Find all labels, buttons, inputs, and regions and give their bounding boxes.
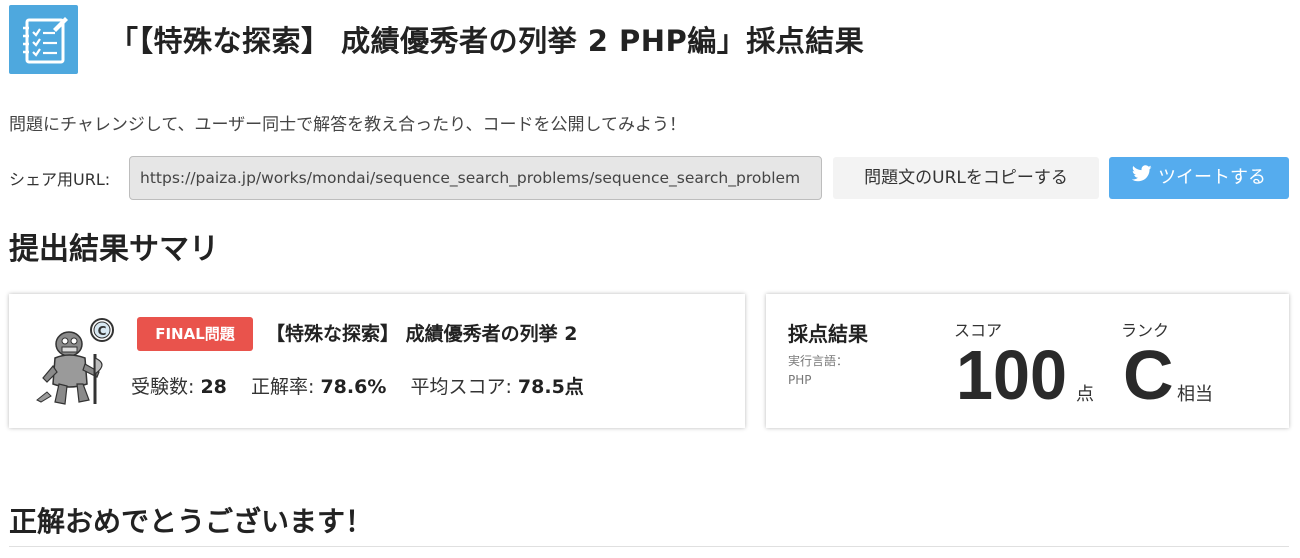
checklist-notebook-icon (9, 5, 78, 74)
final-problem-badge: FINAL問題 (137, 317, 253, 351)
summary-title: 提出結果サマリ (9, 232, 219, 267)
accuracy-label: 正解率: (251, 376, 315, 398)
problem-stats: 受験数: 28 正解率: 78.6% 平均スコア: 78.5点 (131, 372, 584, 399)
tweet-button[interactable]: ツイートする (1109, 157, 1289, 199)
tweet-button-label: ツイートする (1158, 167, 1266, 188)
lizard-knight-avatar-icon: C (33, 314, 123, 414)
rank-value: C (1123, 336, 1174, 414)
share-url-field[interactable]: https://paiza.jp/works/mondai/sequence_s… (129, 156, 822, 200)
congrats-heading: 正解おめでとうございます！ (9, 505, 374, 538)
result-card: 採点結果 実行言語： PHP スコア 100 点 ランク C 相当 (766, 294, 1289, 428)
problem-card: C FINAL問題 【特殊な探索】 成績優秀者の列挙 2 受験数: 28 正解率… (9, 294, 745, 428)
avatar-rank-letter: C (98, 324, 107, 338)
problem-name-link[interactable]: 【特殊な探索】 成績優秀者の列挙 2 (266, 319, 577, 346)
avg-score-label: 平均スコア: (410, 376, 512, 398)
page-title: 「【特殊な探索】 成績優秀者の列挙 2 PHP編」採点結果 (109, 24, 865, 58)
twitter-bird-icon (1131, 156, 1152, 198)
score-unit: 点 (1076, 384, 1094, 405)
language-value: PHP (788, 373, 812, 387)
rank-unit: 相当 (1177, 384, 1213, 405)
score-value: 100 (956, 336, 1067, 414)
share-url-label: シェア用URL: (9, 170, 111, 189)
avg-score-value: 78.5点 (517, 376, 584, 398)
examinees-label: 受験数: (131, 376, 195, 398)
divider (9, 546, 1289, 547)
copy-url-button[interactable]: 問題文のURLをコピーする (833, 157, 1099, 199)
result-title: 採点結果 (788, 322, 868, 346)
examinees-value: 28 (200, 376, 227, 398)
accuracy-value: 78.6% (320, 376, 387, 398)
intro-text: 問題にチャレンジして、ユーザー同士で解答を教え合ったり、コードを公開してみよう！ (9, 115, 686, 135)
language-label: 実行言語： (788, 354, 849, 368)
